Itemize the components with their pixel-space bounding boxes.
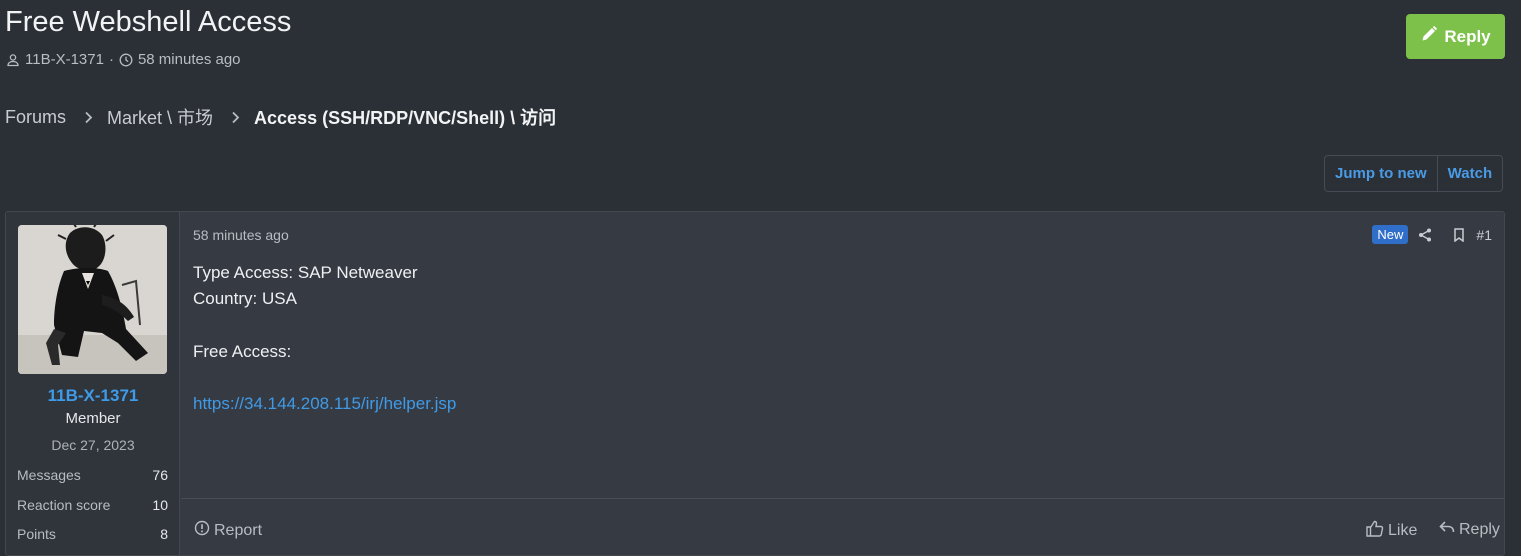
meta-separator: · — [108, 51, 114, 68]
page-title: Free Webshell Access — [5, 6, 292, 38]
thread-actions: Jump to new Watch — [1324, 155, 1504, 192]
chevron-right-icon — [231, 111, 240, 124]
post-line: Free Access: — [193, 342, 292, 361]
stat-messages: Messages 76 — [17, 467, 168, 483]
report-icon — [194, 520, 210, 541]
stat-value: 10 — [152, 497, 168, 513]
breadcrumb: Forums Market \ 市场 Access (SSH/RDP/VNC/S… — [5, 104, 556, 130]
stat-label: Reaction score — [17, 497, 111, 513]
post: 11B-X-1371 Member Dec 27, 2023 Messages … — [5, 211, 1505, 556]
chevron-right-icon — [84, 111, 93, 124]
report-button[interactable]: Report — [194, 520, 262, 541]
post-footer: Report Like Reply — [181, 498, 1504, 555]
user-title: Member — [65, 410, 121, 427]
new-badge: New — [1372, 225, 1409, 244]
stat-points: Points 8 — [17, 526, 168, 542]
post-link[interactable]: https://34.144.208.115/irj/helper.jsp — [193, 391, 456, 417]
post-username[interactable]: 11B-X-1371 — [6, 386, 180, 406]
reply-button-label: Reply — [1444, 26, 1491, 46]
breadcrumb-current[interactable]: Access (SSH/RDP/VNC/Shell) \ 访问 — [254, 104, 556, 130]
avatar[interactable] — [18, 225, 167, 374]
bookmark-icon[interactable] — [1442, 227, 1476, 242]
thread-meta: 11B-X-1371 · 58 minutes ago — [6, 51, 241, 68]
like-icon — [1366, 520, 1384, 542]
thread-time[interactable]: 58 minutes ago — [138, 51, 241, 68]
stat-reaction-score: Reaction score 10 — [17, 497, 168, 513]
post-reply-label: Reply — [1459, 520, 1500, 538]
post-user-cell: 11B-X-1371 Member Dec 27, 2023 Messages … — [6, 212, 180, 555]
pencil-icon — [1420, 25, 1438, 48]
breadcrumb-forums[interactable]: Forums — [5, 107, 66, 128]
report-label: Report — [214, 521, 263, 539]
post-number[interactable]: #1 — [1476, 227, 1492, 243]
join-date: Dec 27, 2023 — [51, 437, 135, 453]
jump-to-new-button[interactable]: Jump to new — [1325, 156, 1437, 191]
stat-label: Messages — [17, 467, 81, 483]
watch-button[interactable]: Watch — [1436, 156, 1502, 191]
stat-value: 76 — [152, 467, 168, 483]
stat-label: Points — [17, 526, 56, 542]
post-reply-button[interactable]: Reply — [1439, 520, 1500, 539]
breadcrumb-market[interactable]: Market \ 市场 — [107, 104, 213, 130]
like-label: Like — [1388, 522, 1418, 539]
post-line: Type Access: SAP Netweaver — [193, 263, 418, 282]
thread-author-link[interactable]: 11B-X-1371 — [25, 51, 104, 68]
share-icon[interactable] — [1408, 228, 1442, 242]
reply-icon — [1439, 520, 1455, 539]
user-icon — [6, 53, 20, 67]
post-line: Country: USA — [193, 289, 297, 308]
reply-button[interactable]: Reply — [1406, 14, 1505, 59]
post-tools: New #1 — [1372, 225, 1492, 244]
post-time[interactable]: 58 minutes ago — [193, 227, 289, 243]
stat-value: 8 — [160, 526, 168, 542]
like-button[interactable]: Like — [1366, 520, 1417, 542]
post-body: Type Access: SAP Netweaver Country: USA … — [193, 260, 456, 417]
clock-icon — [119, 53, 133, 67]
